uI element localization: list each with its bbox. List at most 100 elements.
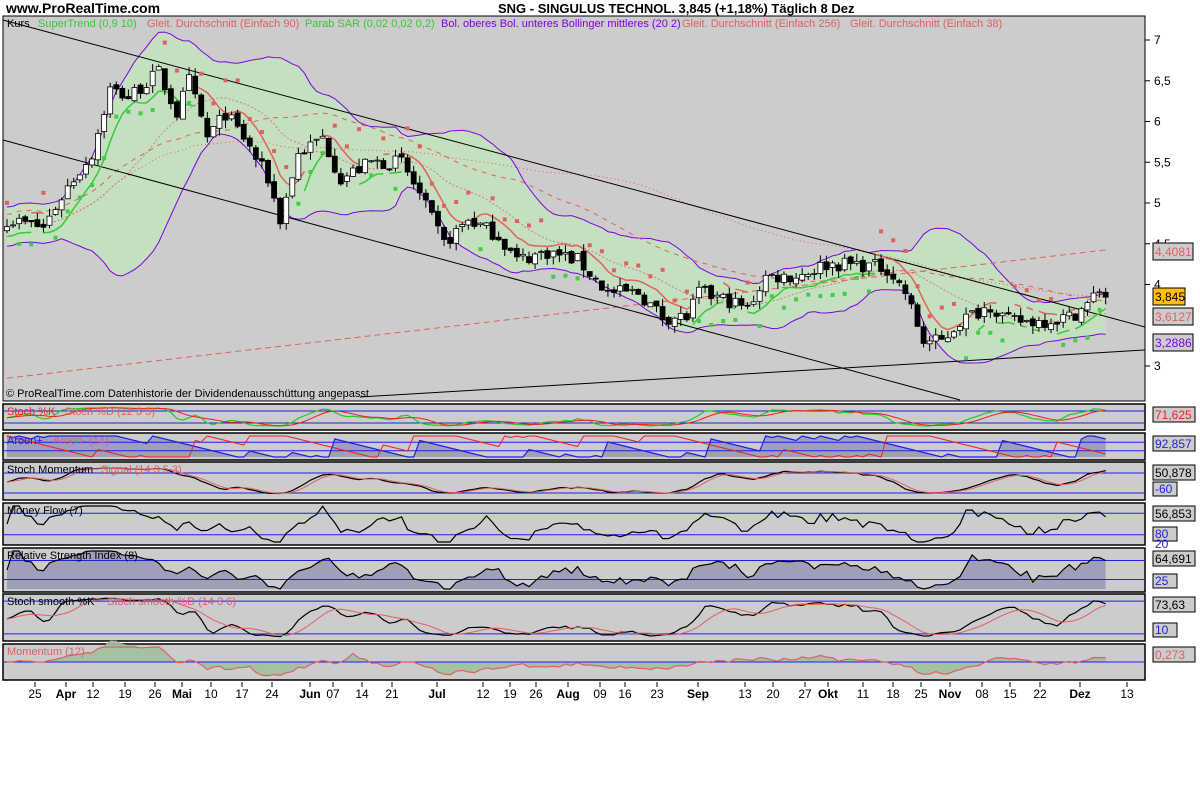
sar-dot — [247, 117, 252, 122]
indicator-panel-rsi[interactable]: Relative Strength Index (8) 25 64,691 — [2, 547, 1196, 593]
legend: Kurs SuperTrend (0,9 10) Gleit. Durchsch… — [7, 18, 1002, 30]
sar-dot — [174, 68, 179, 73]
candle-body — [720, 293, 727, 298]
candle-body — [313, 138, 320, 141]
date-axis: 25 Apr 12 19 26 Mai 10 17 24 Jun 07 14 21 Jul 12 19 26 Au… — [28, 682, 1134, 701]
candle-body — [556, 249, 563, 256]
candle-body — [392, 155, 399, 169]
candle-body — [410, 171, 417, 185]
candle-body — [46, 215, 53, 226]
x-tick-label: Aug — [556, 687, 579, 701]
candle-body — [635, 288, 642, 295]
candle-body — [726, 293, 733, 309]
sar-dot — [891, 238, 896, 243]
candle-body — [95, 133, 101, 161]
candle-body — [398, 153, 405, 158]
x-tick-label: Okt — [818, 687, 838, 701]
candle-body — [283, 196, 290, 224]
supertrend-segment — [389, 172, 396, 175]
candle-body — [702, 285, 708, 288]
candle-body — [368, 160, 375, 163]
candle-body — [981, 307, 988, 317]
candle-body — [289, 177, 296, 197]
supertrend-segment — [528, 244, 536, 247]
supertrend-segment — [383, 153, 390, 156]
candle-body — [665, 316, 672, 325]
sar-dot — [1024, 288, 1029, 293]
candle-body — [944, 337, 951, 343]
candle — [568, 250, 575, 264]
legend-bollinger: Bol. oberes Bol. unteres Bollinger mittl… — [441, 18, 681, 30]
sar-dot — [102, 156, 107, 161]
indicator-label: Stoch Momentum — [7, 464, 93, 476]
x-tick-label: 14 — [355, 687, 369, 701]
sar-dot — [648, 274, 653, 279]
sar-dot — [612, 268, 616, 273]
candle-body — [926, 340, 933, 345]
candle-body — [805, 273, 812, 277]
sar-dot — [17, 241, 22, 246]
y-tick-label: 5,5 — [1154, 155, 1171, 169]
indicator-label: Stoch smooth %K — [7, 596, 95, 608]
candle-body — [4, 226, 10, 232]
indicator-panels: Stoch %K Stoch %D (12 3 5) 71,625Aroon+ Aro… — [2, 403, 1196, 681]
indicator-panel-mfi[interactable]: Money Flow (7)802056,853 — [2, 502, 1196, 551]
candle-body — [465, 219, 472, 226]
indicator-value: 92,857 — [1155, 437, 1192, 451]
sar-dot — [575, 276, 580, 281]
sar-dot — [964, 356, 969, 361]
candle — [623, 282, 630, 292]
candle-body — [878, 258, 884, 272]
x-tick-label: 18 — [886, 687, 900, 701]
sar-dot — [818, 294, 823, 299]
sar-dot — [369, 173, 374, 178]
candle-body — [1017, 315, 1024, 323]
candle-body — [131, 87, 138, 102]
indicator-panel-aroon[interactable]: Aroon+ Aroon- (14) 92,857 — [2, 432, 1196, 461]
candle-body — [999, 312, 1006, 317]
candle-body — [380, 160, 387, 169]
indicator-label: Momentum (12) — [7, 646, 85, 658]
indicator-label: Aroon+ — [7, 435, 43, 447]
sar-dot — [1085, 335, 1090, 340]
candle-body — [222, 113, 229, 121]
candle-body — [957, 326, 963, 331]
candle-body — [216, 114, 223, 129]
sar-dot — [684, 289, 689, 294]
sar-dot — [235, 78, 240, 83]
candle-body — [611, 289, 617, 293]
candle-body — [356, 166, 362, 174]
chart-root: www.ProRealTime.com SNG - SINGULUS TECHN… — [2, 0, 1196, 701]
indicator-panel-ssmooth[interactable]: Stoch smooth %K Stoch smooth %D (14 3 6) 1… — [2, 593, 1196, 642]
x-tick-label: Jun — [299, 687, 320, 701]
candle-body — [337, 173, 344, 185]
candle-body — [1029, 318, 1036, 327]
candle-body — [107, 86, 114, 115]
candle-body — [659, 306, 666, 321]
x-tick-label: Dez — [1069, 687, 1090, 701]
candle-body — [1048, 323, 1054, 331]
candle-body — [155, 66, 162, 71]
candle-body — [228, 114, 235, 120]
candle-body — [908, 295, 915, 305]
indicator-panel-smom[interactable]: Stoch Momentum Signal (14 3 5 3) -60 50,878 — [2, 461, 1196, 501]
site-logo[interactable]: www.ProRealTime.com — [5, 0, 160, 16]
sar-dot — [162, 40, 167, 45]
candle — [1078, 306, 1085, 326]
candle-body — [732, 297, 739, 307]
candle-body — [319, 135, 326, 139]
supertrend-segment — [547, 245, 554, 248]
sar-dot — [514, 219, 519, 224]
sar-dot — [89, 183, 94, 188]
candle-body — [866, 262, 872, 272]
indicator-panel-stoch[interactable]: Stoch %K Stoch %D (12 3 5) 71,625 — [2, 403, 1196, 431]
x-tick-label: 13 — [738, 687, 752, 701]
candle-body — [520, 253, 526, 257]
candle — [635, 288, 642, 295]
candle-body — [137, 84, 144, 94]
indicator-panel-mom[interactable]: Momentum (12) 0,273 — [2, 640, 1196, 681]
candle-body — [617, 285, 623, 292]
sar-dot — [332, 123, 337, 128]
indicator-label-2: Stoch smooth %D (14 3 6) — [107, 596, 236, 608]
candle-body — [113, 84, 120, 90]
